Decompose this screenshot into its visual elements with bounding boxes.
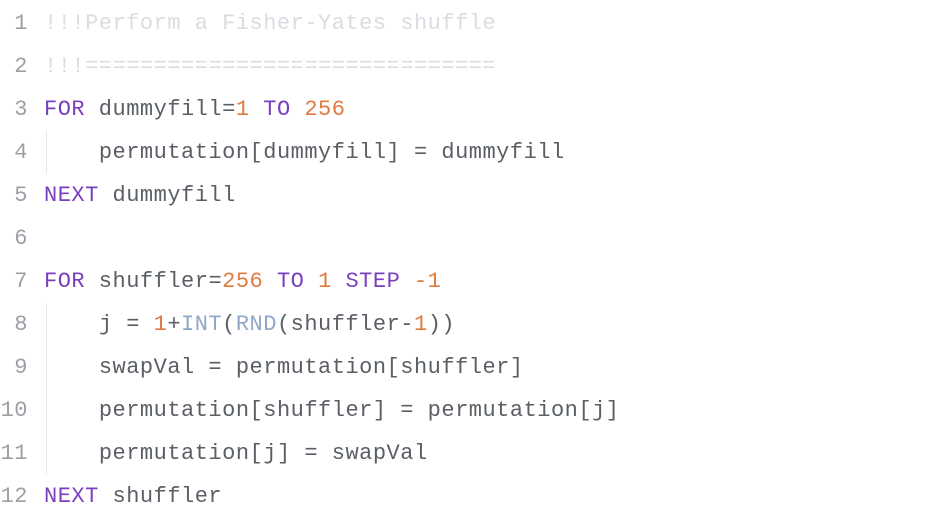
indent xyxy=(44,355,99,380)
indent xyxy=(44,140,99,165)
token-ident: shuffler xyxy=(85,269,208,294)
token-ident: shuffler xyxy=(291,312,401,337)
token-keyword: TO xyxy=(263,269,318,294)
token-ident: permutation[shuffler] = permutation[j] xyxy=(99,398,620,423)
line-number: 2 xyxy=(0,45,28,88)
indent xyxy=(44,398,99,423)
code-area[interactable]: !!!Perform a Fisher-Yates shuffle !!!====… xyxy=(38,0,939,521)
token-ident: permutation[dummyfill] = dummyfill xyxy=(99,140,565,165)
token-keyword: TO xyxy=(250,97,305,122)
token-keyword: STEP xyxy=(332,269,414,294)
token-keyword: NEXT xyxy=(44,484,99,509)
token-op: + xyxy=(167,312,181,337)
token-op: ( xyxy=(222,312,236,337)
token-comment: !!!Perform a Fisher-Yates shuffle xyxy=(44,11,496,36)
token-number: 1 xyxy=(236,97,250,122)
line-number: 9 xyxy=(0,346,28,389)
token-func: INT xyxy=(181,312,222,337)
token-ident: swapVal = permutation[shuffler] xyxy=(99,355,524,380)
code-line[interactable]: permutation[j] = swapVal xyxy=(44,432,939,475)
token-number: -1 xyxy=(414,269,441,294)
code-line[interactable]: j = 1+INT(RND(shuffler-1)) xyxy=(44,303,939,346)
token-ident: dummyfill xyxy=(85,97,222,122)
token-number: 1 xyxy=(154,312,168,337)
token-ident: dummyfill xyxy=(99,183,236,208)
token-number: 256 xyxy=(222,269,263,294)
token-ident: shuffler xyxy=(99,484,222,509)
line-number: 3 xyxy=(0,88,28,131)
line-number: 8 xyxy=(0,303,28,346)
token-func: RND xyxy=(236,312,277,337)
line-number: 4 xyxy=(0,131,28,174)
line-number: 6 xyxy=(0,217,28,260)
code-line[interactable]: NEXT dummyfill xyxy=(44,174,939,217)
token-number: 1 xyxy=(414,312,428,337)
line-number: 1 xyxy=(0,2,28,45)
code-line[interactable] xyxy=(44,217,939,260)
code-line[interactable]: !!!============================== xyxy=(44,45,939,88)
indent xyxy=(44,441,99,466)
indent xyxy=(44,312,99,337)
line-number: 7 xyxy=(0,260,28,303)
token-keyword: NEXT xyxy=(44,183,99,208)
token-number: 1 xyxy=(318,269,332,294)
line-number: 5 xyxy=(0,174,28,217)
token-keyword: FOR xyxy=(44,97,85,122)
token-op: - xyxy=(400,312,414,337)
token-comment: !!!============================== xyxy=(44,54,496,79)
line-number: 12 xyxy=(0,475,28,518)
token-op: ( xyxy=(277,312,291,337)
line-number: 10 xyxy=(0,389,28,432)
line-number-gutter: 123456789101112 xyxy=(0,0,38,521)
code-line[interactable]: FOR shuffler=256 TO 1 STEP -1 xyxy=(44,260,939,303)
token-op: = xyxy=(222,97,236,122)
code-line[interactable]: permutation[shuffler] = permutation[j] xyxy=(44,389,939,432)
token-ident: permutation[j] = swapVal xyxy=(99,441,428,466)
code-line[interactable]: NEXT shuffler xyxy=(44,475,939,518)
token-ident: j = xyxy=(99,312,154,337)
token-op: = xyxy=(208,269,222,294)
code-editor[interactable]: 123456789101112 !!!Perform a Fisher-Yate… xyxy=(0,0,939,521)
token-op: )) xyxy=(428,312,455,337)
token-number: 256 xyxy=(304,97,345,122)
token-keyword: FOR xyxy=(44,269,85,294)
code-line[interactable]: swapVal = permutation[shuffler] xyxy=(44,346,939,389)
code-line[interactable]: permutation[dummyfill] = dummyfill xyxy=(44,131,939,174)
line-number: 11 xyxy=(0,432,28,475)
code-line[interactable]: !!!Perform a Fisher-Yates shuffle xyxy=(44,2,939,45)
code-line[interactable]: FOR dummyfill=1 TO 256 xyxy=(44,88,939,131)
